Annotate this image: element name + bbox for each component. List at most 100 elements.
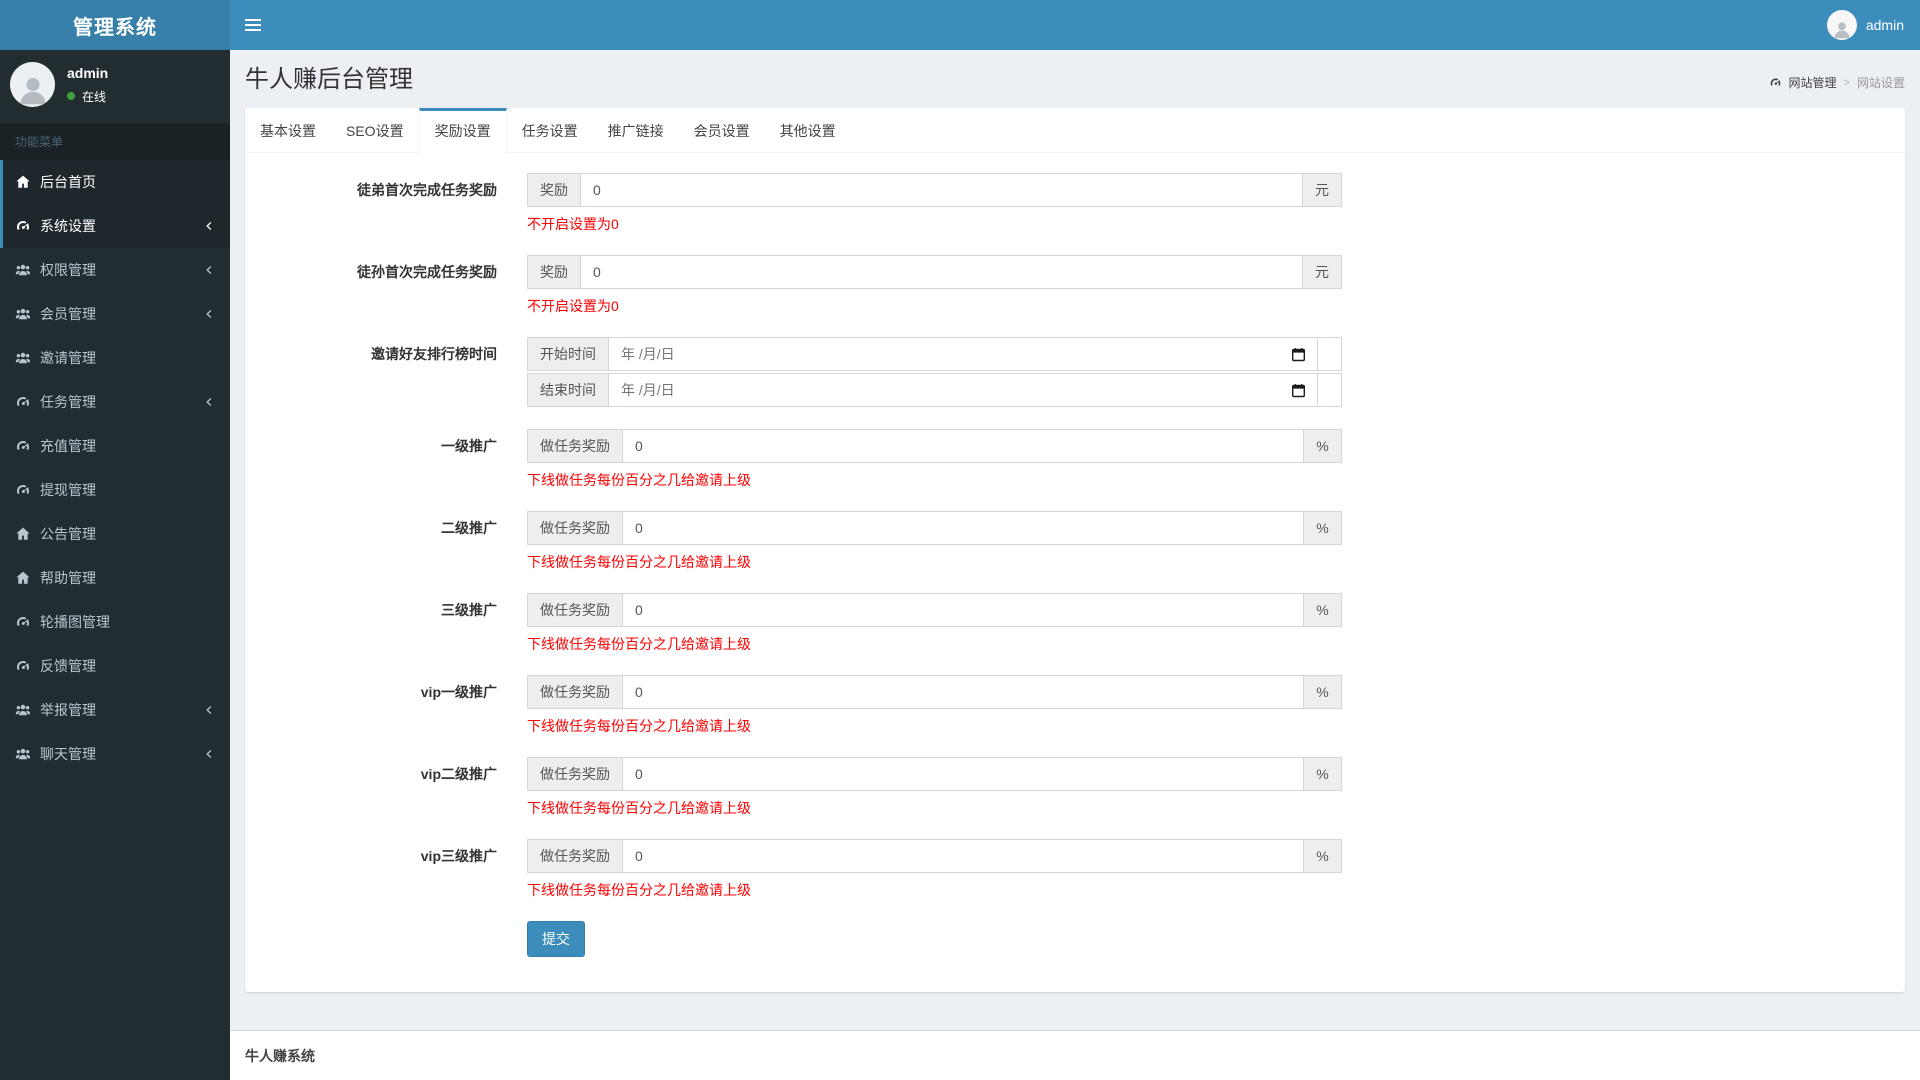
input-addon: 做任务奖励	[527, 675, 623, 709]
field-input[interactable]	[622, 757, 1304, 791]
field-hint: 不开启设置为0	[527, 216, 619, 232]
users-icon	[15, 704, 31, 716]
user-avatar	[10, 62, 55, 107]
chevron-left-icon	[206, 705, 212, 715]
input-group: 做任务奖励%	[527, 839, 1342, 873]
sidebar: admin 在线 功能菜单 后台首页 系统设置 权限管理 会员管理 邀请管理 任务管理 充值…	[0, 50, 230, 1080]
chevron-left-icon	[206, 309, 212, 319]
sidebar-item-label: 系统设置	[40, 218, 96, 234]
sidebar-toggle-button[interactable]	[230, 0, 275, 50]
sidebar-item-label: 会员管理	[40, 306, 96, 322]
navbar-user-menu[interactable]: admin	[1811, 0, 1920, 50]
sidebar-user-panel: admin 在线	[0, 50, 230, 119]
input-group: 奖励 元	[527, 173, 1342, 207]
footer-text: 牛人赚系统	[245, 1048, 315, 1064]
field-input[interactable]	[622, 511, 1304, 545]
user-status[interactable]: 在线	[67, 88, 108, 105]
form-row: vip三级推广 做任务奖励% 下线做任务每份百分之几给邀请上级	[255, 839, 1895, 899]
sidebar-item[interactable]: 充值管理	[0, 424, 230, 468]
date-placeholder: 年 /月/日	[621, 382, 675, 398]
sidebar-item[interactable]: 会员管理	[0, 292, 230, 336]
sidebar-item[interactable]: 轮播图管理	[0, 600, 230, 644]
chevron-left-icon	[206, 265, 212, 275]
field-control: 做任务奖励% 下线做任务每份百分之几给邀请上级	[527, 429, 1342, 489]
brand-logo[interactable]: 管理系统	[0, 0, 230, 50]
tachometer-icon	[17, 396, 29, 407]
field-input[interactable]	[622, 593, 1304, 627]
home-icon	[16, 571, 30, 584]
sidebar-item-label: 轮播图管理	[40, 614, 110, 630]
form-row: 二级推广 做任务奖励% 下线做任务每份百分之几给邀请上级	[255, 511, 1895, 571]
field-control: 做任务奖励% 下线做任务每份百分之几给邀请上级	[527, 511, 1342, 571]
sidebar-item[interactable]: 帮助管理	[0, 556, 230, 600]
field-label: 徒孙首次完成任务奖励	[357, 264, 497, 280]
submit-button[interactable]: 提交	[527, 921, 585, 957]
sidebar-menu: 后台首页系统设置权限管理会员管理邀请管理 任务管理 充值管理 提现管理公告管理帮助管理…	[0, 160, 230, 776]
field-input[interactable]	[622, 839, 1304, 873]
field-control: 做任务奖励% 下线做任务每份百分之几给邀请上级	[527, 593, 1342, 653]
form-row: 一级推广 做任务奖励% 下线做任务每份百分之几给邀请上级	[255, 429, 1895, 489]
date-input[interactable]: 年 /月/日	[608, 337, 1318, 371]
settings-tabs: 基本设置 SEO设置 奖励设置 任务设置 推广链接 会员设置 其他设置	[245, 108, 1905, 153]
sidebar-item[interactable]: 公告管理	[0, 512, 230, 556]
field-label: vip二级推广	[420, 766, 497, 782]
sidebar-item-label: 公告管理	[40, 526, 96, 542]
sidebar-item[interactable]: 举报管理	[0, 688, 230, 732]
field-input[interactable]	[622, 675, 1304, 709]
tab[interactable]: 奖励设置	[418, 108, 507, 153]
calendar-icon[interactable]	[1291, 383, 1306, 398]
input-addon: 结束时间	[527, 373, 609, 407]
input-group: 做任务奖励%	[527, 675, 1342, 709]
field-hint: 下线做任务每份百分之几给邀请上级	[527, 718, 751, 734]
tab-content: 徒弟首次完成任务奖励奖励元不开启设置为0徒孙首次完成任务奖励奖励元不开启设置为0…	[245, 153, 1905, 992]
tab[interactable]: 任务设置	[507, 108, 593, 152]
submit-row: 提交	[527, 921, 1895, 957]
form-row: vip二级推广 做任务奖励% 下线做任务每份百分之几给邀请上级	[255, 757, 1895, 817]
sidebar-item-label: 权限管理	[40, 262, 96, 278]
sidebar-item-label: 帮助管理	[40, 570, 96, 586]
sidebar-item[interactable]: 后台首页	[0, 160, 230, 204]
input-addon: 做任务奖励	[527, 511, 623, 545]
top-navbar: 管理系统 admin	[0, 0, 1920, 50]
sidebar-item[interactable]: 聊天管理	[0, 732, 230, 776]
users-icon	[15, 264, 31, 276]
user-avatar-icon	[1826, 10, 1857, 40]
field-input[interactable]	[580, 173, 1303, 207]
field-hint: 下线做任务每份百分之几给邀请上级	[527, 882, 751, 898]
field-hint: 下线做任务每份百分之几给邀请上级	[527, 472, 751, 488]
input-addon: 做任务奖励	[527, 839, 623, 873]
field-label: 徒弟首次完成任务奖励	[357, 182, 497, 198]
input-group: 奖励 元	[527, 255, 1342, 289]
sidebar-item[interactable]: 权限管理	[0, 248, 230, 292]
breadcrumb-parent[interactable]: 网站管理	[1789, 74, 1837, 91]
field-input[interactable]	[622, 429, 1304, 463]
date-input[interactable]: 年 /月/日	[608, 373, 1318, 407]
sidebar-item[interactable]: 任务管理	[0, 380, 230, 424]
field-control: 开始时间年 /月/日 结束时间年 /月/日	[527, 337, 1342, 407]
tab[interactable]: 其他设置	[765, 108, 851, 152]
input-addon: 开始时间	[527, 337, 609, 371]
date-input-group: 开始时间年 /月/日	[527, 337, 1342, 371]
tab[interactable]: SEO设置	[331, 108, 419, 152]
sidebar-item[interactable]: 反馈管理	[0, 644, 230, 688]
unit-addon: 元	[1302, 255, 1342, 289]
sidebar-item[interactable]: 邀请管理	[0, 336, 230, 380]
tab[interactable]: 会员设置	[679, 108, 765, 152]
sidebar-user-name: admin	[67, 64, 109, 81]
calendar-icon[interactable]	[1291, 347, 1306, 362]
sidebar-item[interactable]: 系统设置	[0, 204, 230, 248]
field-label: vip一级推广	[420, 684, 497, 700]
unit-addon: %	[1303, 429, 1342, 463]
input-group: 做任务奖励%	[527, 757, 1342, 791]
tab[interactable]: 推广链接	[593, 108, 679, 152]
form-row: vip一级推广 做任务奖励% 下线做任务每份百分之几给邀请上级	[255, 675, 1895, 735]
input-addon: 做任务奖励	[527, 757, 623, 791]
chevron-left-icon	[206, 397, 212, 407]
input-addon: 做任务奖励	[527, 429, 623, 463]
sidebar-item[interactable]: 提现管理	[0, 468, 230, 512]
breadcrumb: 网站管理 > 网站设置	[1769, 74, 1905, 91]
tab[interactable]: 基本设置	[245, 108, 331, 152]
page-title: 牛人赚后台管理	[245, 66, 413, 93]
field-input[interactable]	[580, 255, 1303, 289]
field-label: vip三级推广	[420, 848, 497, 864]
